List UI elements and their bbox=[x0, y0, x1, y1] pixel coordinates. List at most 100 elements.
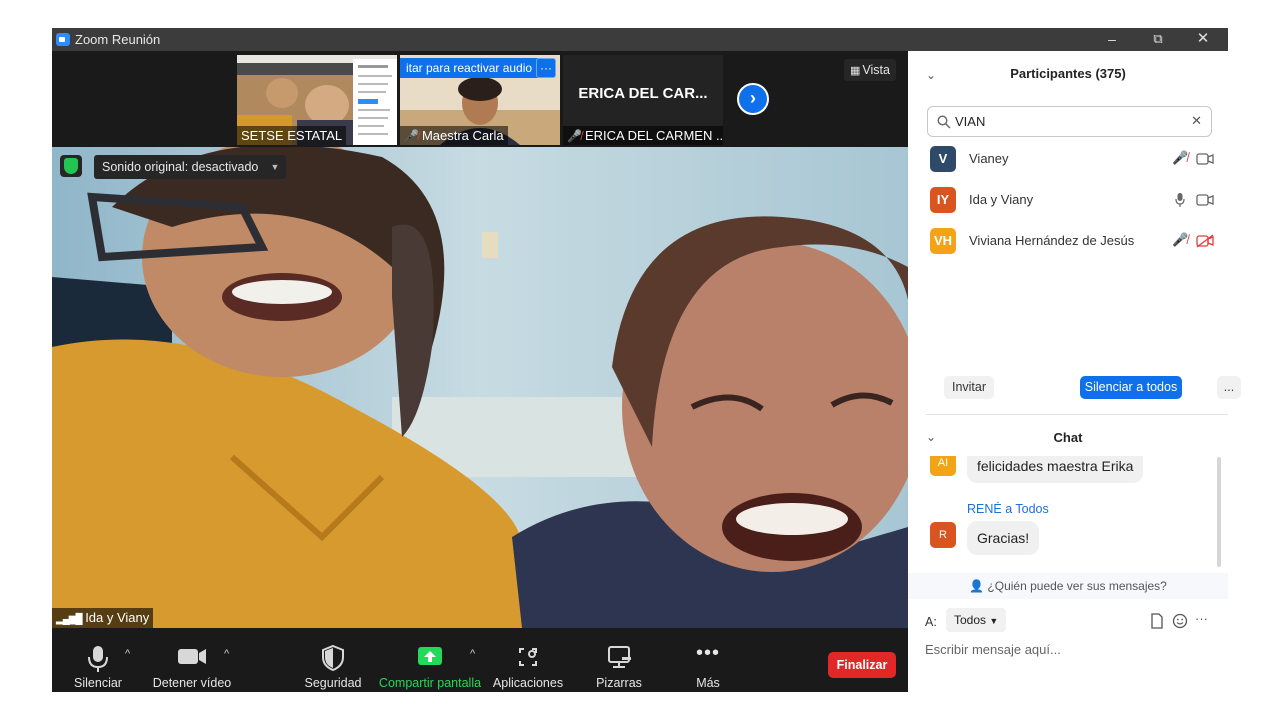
thumbnail-erica[interactable]: ERICA DEL CAR... 🎤̸ ERICA DEL CARMEN ... bbox=[563, 55, 723, 145]
more-button[interactable]: ••• Más bbox=[686, 628, 730, 692]
participant-row[interactable]: V Vianey 🎤̸ bbox=[928, 144, 1218, 174]
zoom-logo-icon bbox=[56, 33, 70, 46]
grid-icon: ▦ bbox=[850, 65, 861, 77]
chat-message-input[interactable]: Escribir mensaje aquí... bbox=[925, 642, 1061, 657]
participant-name: Vianey bbox=[969, 151, 1009, 166]
speaker-name-tag: ▂▄▆█ Ida y Viany bbox=[52, 608, 154, 628]
original-sound-label: Sonido original: desactivado bbox=[102, 160, 259, 174]
security-button[interactable]: Seguridad bbox=[304, 628, 362, 692]
main-video[interactable]: Sonido original: desactivado ▼ ▂▄▆█ Ida … bbox=[52, 147, 908, 628]
invite-button[interactable]: Invitar bbox=[944, 376, 994, 399]
video-camera-icon[interactable] bbox=[1196, 152, 1214, 166]
chat-messages[interactable]: AI felicidades maestra Erika RENÉ a Todo… bbox=[926, 456, 1218, 569]
mic-muted-icon: 🎤̸ bbox=[567, 129, 582, 143]
file-icon[interactable] bbox=[1150, 613, 1164, 629]
dropdown-caret-icon: ▼ bbox=[270, 162, 280, 172]
apps-button[interactable]: Aplicaciones bbox=[492, 628, 564, 692]
emoji-icon[interactable] bbox=[1172, 613, 1188, 629]
video-camera-icon bbox=[178, 649, 206, 664]
next-page-arrow-icon[interactable]: › bbox=[737, 83, 769, 115]
share-screen-icon bbox=[418, 647, 442, 665]
participant-name: Viviana Hernández de Jesús bbox=[969, 233, 1135, 248]
person-info-icon: 👤 bbox=[969, 579, 985, 593]
thumbnail-maestra-carla[interactable]: itar para reactivar audio ··· 🎤̸ Maestra … bbox=[400, 55, 560, 145]
participant-row[interactable]: VH Viviana Hernández de Jesús 🎤̸ bbox=[928, 226, 1218, 256]
unmute-request-banner[interactable]: itar para reactivar audio bbox=[400, 58, 539, 78]
encryption-badge[interactable] bbox=[60, 155, 82, 177]
mute-all-button[interactable]: Silenciar a todos bbox=[1080, 376, 1182, 399]
clear-search-icon[interactable]: ✕ bbox=[1191, 113, 1202, 129]
participants-more-button[interactable]: ... bbox=[1217, 376, 1241, 399]
speaker-video-frame bbox=[52, 147, 908, 628]
whiteboards-button[interactable]: Pizarras bbox=[590, 628, 648, 692]
meeting-toolbar: Silenciar ^ Detener vídeo ^ Seguridad Co… bbox=[52, 628, 908, 692]
recipient-dropdown[interactable]: Todos ▼ bbox=[946, 608, 1007, 632]
side-panel: ⌄ Participantes (375) VIAN ✕ V Vianey 🎤̸… bbox=[908, 51, 1241, 692]
chat-scrollbar[interactable] bbox=[1217, 457, 1221, 567]
mute-button[interactable]: Silenciar bbox=[70, 628, 126, 692]
video-camera-icon[interactable] bbox=[1196, 193, 1214, 207]
avatar: V bbox=[930, 146, 956, 172]
mute-options-caret-icon[interactable]: ^ bbox=[125, 648, 130, 660]
thumbnail-name-text: Maestra Carla bbox=[421, 128, 504, 143]
video-options-caret-icon[interactable]: ^ bbox=[224, 648, 229, 660]
whiteboard-icon bbox=[608, 646, 631, 668]
mic-muted-icon[interactable]: 🎤̸ bbox=[1172, 232, 1188, 248]
avatar: AI bbox=[930, 456, 956, 476]
mic-muted-icon: 🎤̸ bbox=[404, 129, 419, 143]
microphone-icon bbox=[88, 646, 108, 672]
chat-message: felicidades maestra Erika bbox=[967, 456, 1144, 483]
recipient-value: Todos bbox=[954, 613, 987, 627]
view-button-label: Vista bbox=[862, 63, 890, 77]
more-label: Más bbox=[696, 676, 720, 690]
microphone-icon[interactable] bbox=[1174, 192, 1186, 208]
speaker-name: Ida y Viany bbox=[85, 610, 150, 625]
thumbnail-name-text: ERICA DEL CARMEN ... bbox=[584, 128, 723, 143]
stop-video-label: Detener vídeo bbox=[152, 676, 232, 690]
minimize-button[interactable]: – bbox=[1089, 28, 1135, 51]
chevron-down-icon: ▼ bbox=[989, 616, 999, 626]
chat-header: Chat bbox=[1053, 430, 1083, 445]
chat-sender: RENÉ a Todos bbox=[967, 502, 1049, 516]
participants-header: Participantes (375) bbox=[1010, 66, 1126, 81]
view-button[interactable]: ▦ Vista bbox=[844, 59, 896, 81]
mic-muted-icon[interactable]: 🎤̸ bbox=[1172, 150, 1188, 166]
thumbnail-setse[interactable]: SETSE ESTATAL bbox=[237, 55, 397, 145]
search-input[interactable]: VIAN bbox=[955, 114, 985, 129]
window-title: Zoom Reunión bbox=[75, 32, 161, 47]
recipient-label: A: bbox=[925, 615, 937, 629]
thumbnail-strip: SETSE ESTATAL itar para reactivar audio … bbox=[52, 51, 908, 147]
stop-video-button[interactable]: Detener vídeo bbox=[152, 628, 232, 692]
meeting-stage: SETSE ESTATAL itar para reactivar audio … bbox=[52, 51, 908, 692]
restore-button[interactable]: ⧉ bbox=[1135, 28, 1181, 51]
close-button[interactable]: ✕ bbox=[1180, 28, 1226, 51]
more-dots-icon: ••• bbox=[695, 642, 720, 664]
thumbnail-name: 🎤̸ ERICA DEL CARMEN ... bbox=[563, 126, 723, 145]
signal-bars-icon: ▂▄▆█ bbox=[56, 614, 83, 625]
participant-row[interactable]: IY Ida y Viany bbox=[928, 185, 1218, 215]
video-off-icon[interactable] bbox=[1196, 234, 1214, 248]
panel-divider bbox=[926, 414, 1228, 415]
participant-search-field[interactable]: VIAN ✕ bbox=[927, 106, 1212, 137]
apps-label: Aplicaciones bbox=[492, 676, 564, 690]
zoom-window: Zoom Reunión – ⧉ ✕ SETSE ESTATAL itar pa… bbox=[52, 28, 1241, 692]
shield-icon bbox=[322, 644, 344, 672]
mute-label: Silenciar bbox=[74, 676, 122, 690]
thumbnail-name: 🎤̸ Maestra Carla bbox=[400, 126, 508, 145]
original-sound-toggle[interactable]: Sonido original: desactivado ▼ bbox=[94, 155, 287, 179]
chat-more-icon[interactable]: ··· bbox=[1195, 611, 1208, 626]
participant-name: Ida y Viany bbox=[969, 192, 1034, 207]
avatar: R bbox=[930, 522, 956, 548]
avatar: IY bbox=[930, 187, 956, 213]
security-label: Seguridad bbox=[304, 676, 362, 690]
end-meeting-button[interactable]: Finalizar bbox=[828, 652, 896, 678]
whiteboards-label: Pizarras bbox=[596, 676, 642, 690]
share-options-caret-icon[interactable]: ^ bbox=[470, 648, 475, 660]
share-screen-button[interactable]: Compartir pantalla bbox=[378, 628, 482, 692]
apps-icon bbox=[519, 648, 537, 666]
thumbnail-name-text: SETSE ESTATAL bbox=[241, 128, 343, 143]
thumbnail-more-button[interactable]: ··· bbox=[536, 58, 556, 78]
message-visibility-info[interactable]: 👤 ¿Quién puede ver sus mensajes? bbox=[908, 573, 1228, 599]
chat-message: Gracias! bbox=[967, 521, 1040, 555]
participant-display-name: ERICA DEL CAR... bbox=[578, 85, 708, 102]
